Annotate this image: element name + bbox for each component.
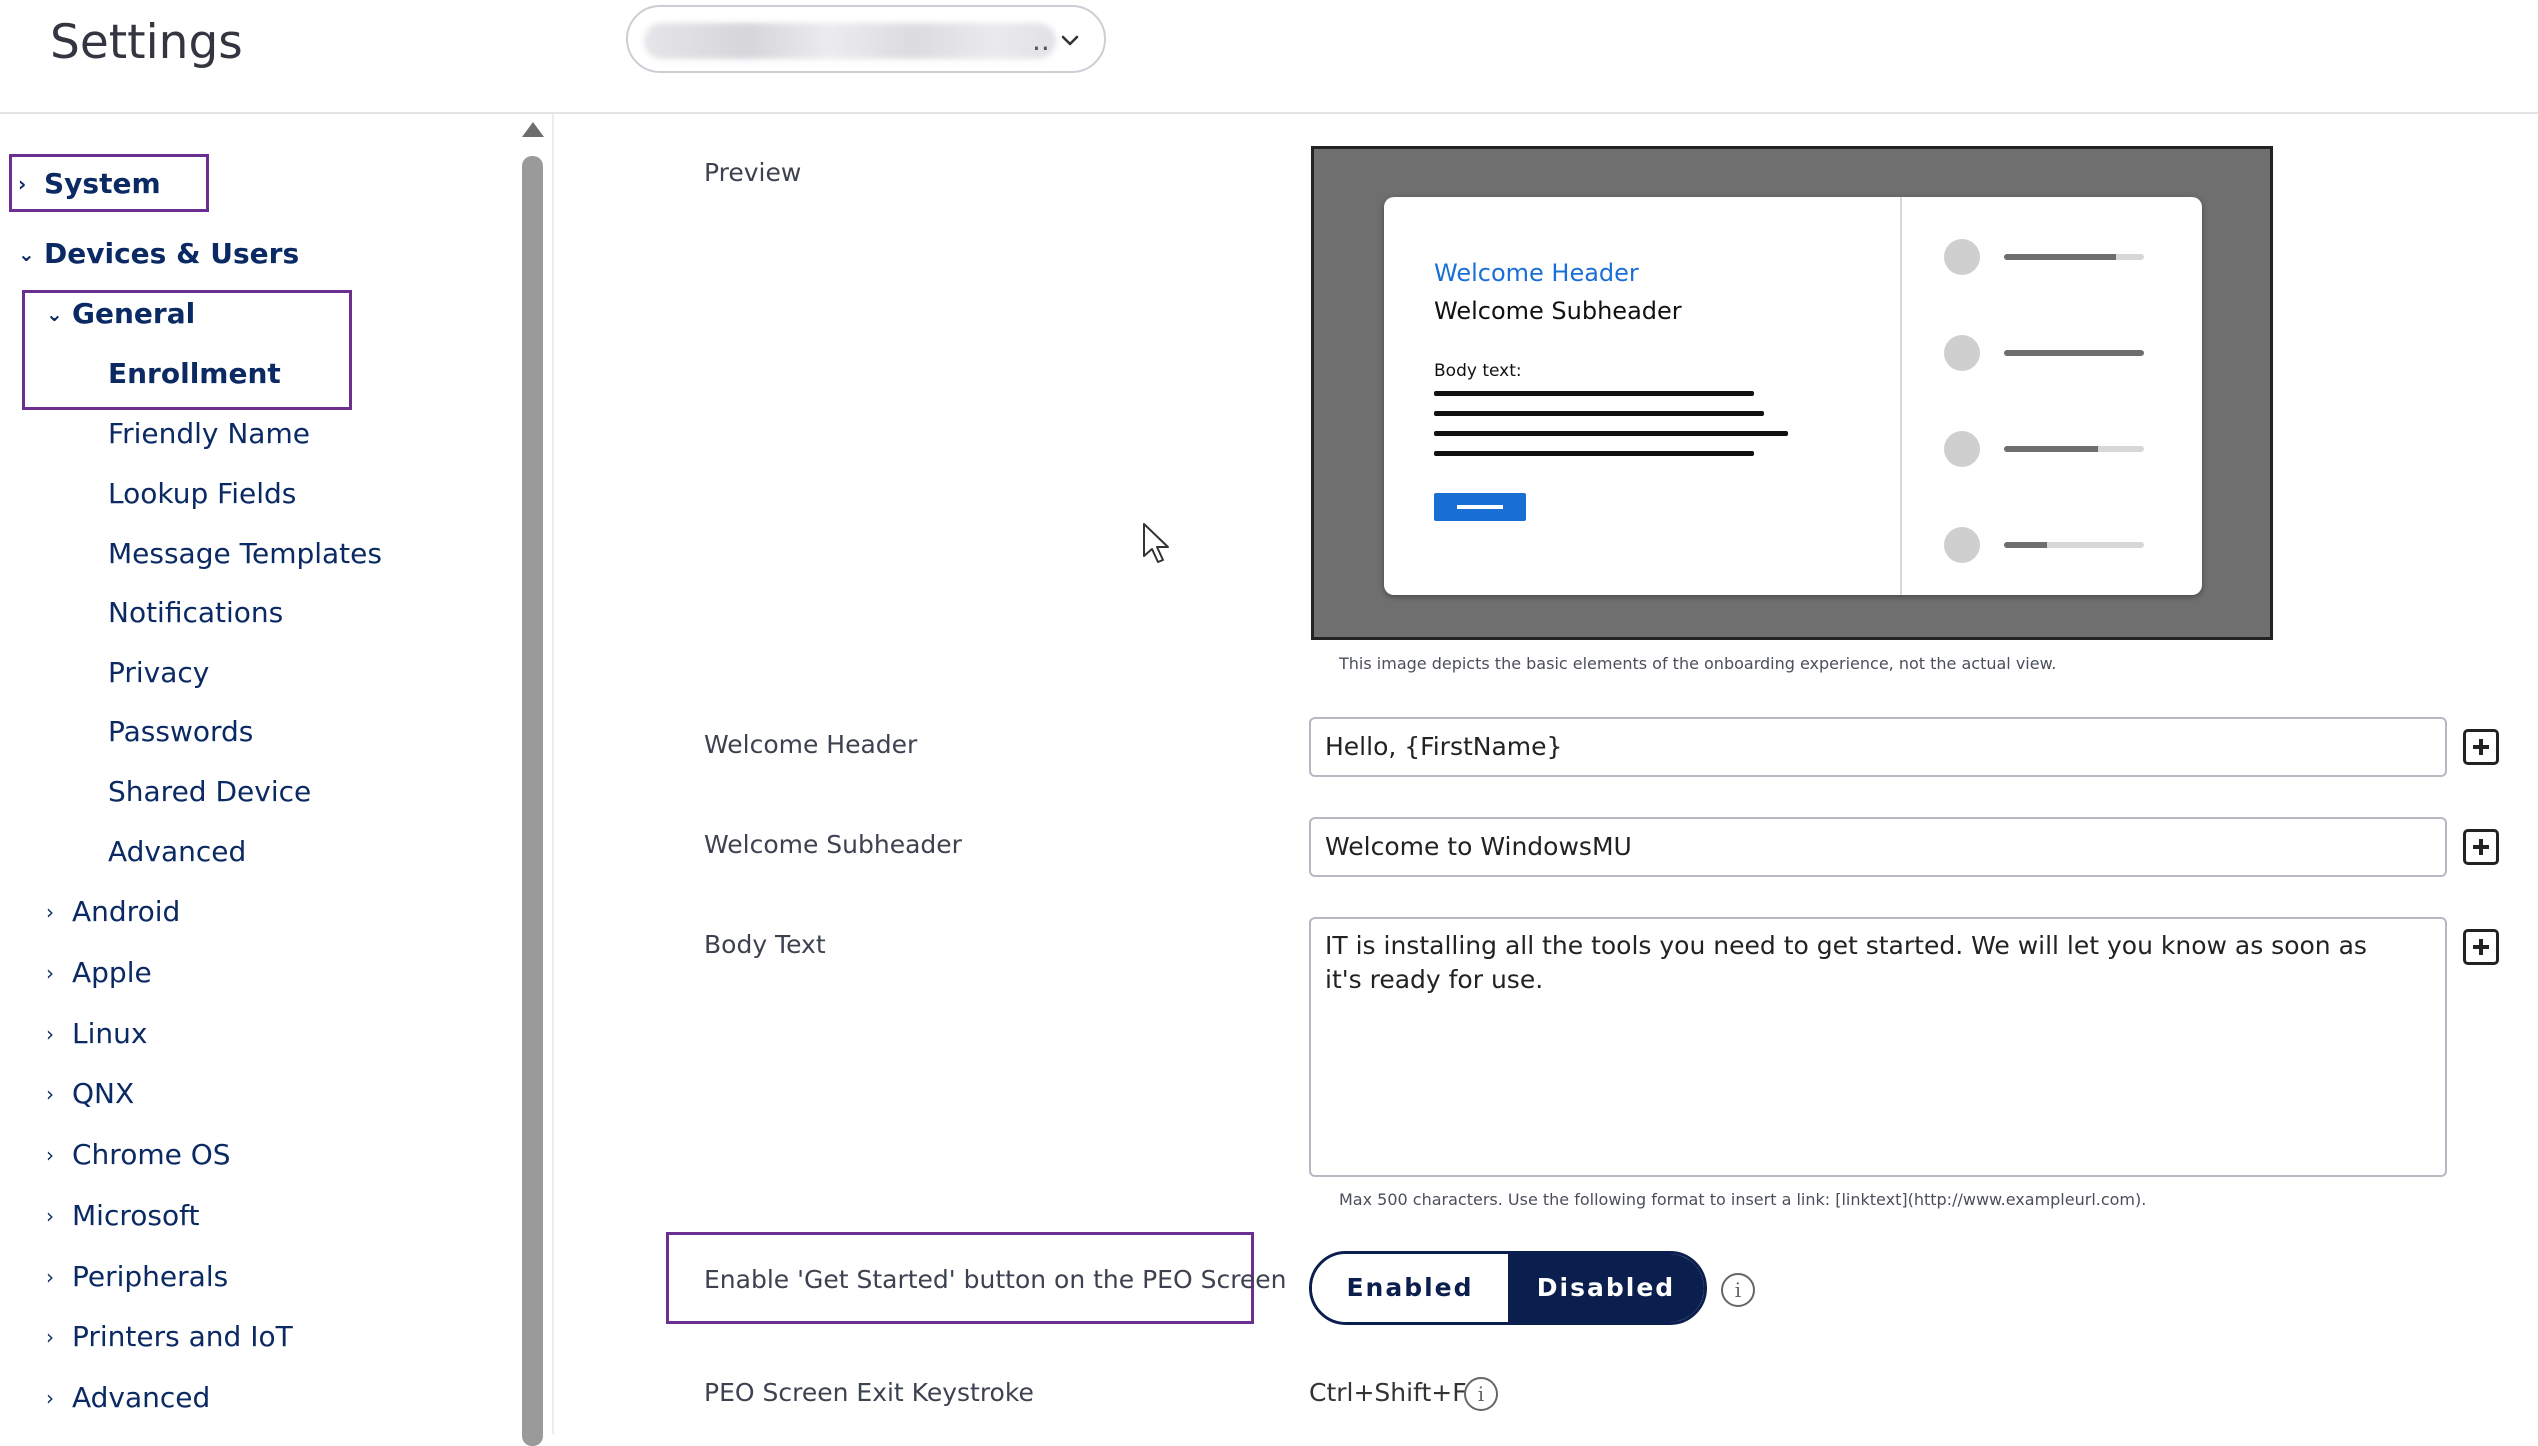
sidebar-item-notifications[interactable]: Notifications bbox=[108, 593, 283, 633]
organization-select-ellipsis: .. bbox=[1032, 24, 1050, 57]
preview-text-line bbox=[1434, 391, 1754, 396]
chevron-right-icon: › bbox=[46, 900, 54, 924]
body-text-label: Body Text bbox=[704, 930, 826, 959]
sidebar-item-qnx[interactable]: › QNX bbox=[46, 1074, 134, 1114]
chevron-down-icon: ⌄ bbox=[18, 242, 35, 266]
body-text-textarea[interactable]: IT is installing all the tools you need … bbox=[1309, 917, 2447, 1177]
sidebar-item-linux[interactable]: › Linux bbox=[46, 1014, 147, 1054]
preview-step-dot bbox=[1944, 431, 1980, 467]
preview-step-dot bbox=[1944, 335, 1980, 371]
chevron-right-icon: › bbox=[46, 1022, 54, 1046]
insert-placeholder-plus-icon[interactable] bbox=[2463, 729, 2499, 765]
chevron-right-icon: › bbox=[46, 1325, 54, 1349]
chevron-down-icon bbox=[1061, 35, 1079, 46]
sidebar-item-label: General bbox=[72, 297, 196, 330]
onboarding-preview-image: Welcome Header Welcome Subheader Body te… bbox=[1311, 146, 2273, 640]
preview-text-line bbox=[1434, 411, 1764, 416]
sidebar-item-label: Apple bbox=[72, 956, 152, 989]
sidebar-item-chrome-os[interactable]: › Chrome OS bbox=[46, 1135, 231, 1175]
sidebar-item-label: Advanced bbox=[72, 1381, 211, 1414]
preview-progress-fill bbox=[2004, 446, 2098, 452]
sidebar-item-message-templates[interactable]: Message Templates bbox=[108, 534, 382, 574]
scroll-up-arrow[interactable] bbox=[522, 122, 544, 137]
preview-step-dot bbox=[1944, 527, 1980, 563]
preview-card-divider bbox=[1900, 197, 1902, 595]
toggle-enabled-option[interactable]: Enabled bbox=[1312, 1254, 1508, 1322]
settings-sidebar: › System ⌄ Devices & Users ⌄ General Enroll… bbox=[0, 114, 552, 1446]
preview-progress-bar bbox=[2004, 446, 2144, 452]
get-started-toggle[interactable]: Enabled Disabled bbox=[1309, 1251, 1707, 1325]
sidebar-item-advanced[interactable]: › Advanced bbox=[46, 1378, 210, 1418]
get-started-label: Enable 'Get Started' button on the PEO S… bbox=[704, 1265, 1287, 1294]
chevron-right-icon: › bbox=[46, 1204, 54, 1228]
exit-keystroke-label: PEO Screen Exit Keystroke bbox=[704, 1378, 1034, 1407]
preview-text-line bbox=[1434, 431, 1788, 436]
welcome-header-label: Welcome Header bbox=[704, 730, 918, 759]
sidebar-item-android[interactable]: › Android bbox=[46, 892, 180, 932]
welcome-header-input[interactable]: Hello, {FirstName} bbox=[1309, 717, 2447, 777]
page-header: Settings .. bbox=[0, 0, 2538, 114]
chevron-right-icon: › bbox=[46, 961, 54, 985]
sidebar-item-microsoft[interactable]: › Microsoft bbox=[46, 1196, 199, 1236]
chevron-right-icon: › bbox=[46, 1082, 54, 1106]
sidebar-scrollbar-thumb[interactable] bbox=[522, 156, 543, 1446]
welcome-subheader-input[interactable]: Welcome to WindowsMU bbox=[1309, 817, 2447, 877]
sidebar-item-shared-device[interactable]: Shared Device bbox=[108, 772, 311, 812]
sidebar-item-label: Android bbox=[72, 895, 181, 928]
preview-label: Preview bbox=[704, 158, 802, 187]
sidebar-item-peripherals[interactable]: › Peripherals bbox=[46, 1257, 228, 1297]
sidebar-item-apple[interactable]: › Apple bbox=[46, 953, 152, 993]
sidebar-item-label: QNX bbox=[72, 1077, 135, 1110]
preview-progress-bar bbox=[2004, 542, 2144, 548]
preview-button bbox=[1434, 493, 1526, 521]
preview-text-line bbox=[1434, 451, 1754, 456]
info-icon[interactable]: i bbox=[1721, 1273, 1755, 1307]
preview-progress-fill bbox=[2004, 542, 2048, 548]
sidebar-item-printers-iot[interactable]: › Printers and IoT bbox=[46, 1317, 293, 1357]
preview-progress-fill bbox=[2004, 254, 2116, 260]
chevron-right-icon: › bbox=[46, 1265, 54, 1289]
preview-step-dot bbox=[1944, 239, 1980, 275]
sidebar-item-label: Microsoft bbox=[72, 1199, 200, 1232]
body-text-hint: Max 500 characters. Use the following fo… bbox=[1339, 1190, 2147, 1209]
preview-caption: This image depicts the basic elements of… bbox=[1339, 654, 2057, 673]
preview-progress-bar bbox=[2004, 350, 2144, 356]
organization-select[interactable]: .. bbox=[626, 5, 1106, 73]
sidebar-divider bbox=[552, 114, 554, 1434]
sidebar-item-passwords[interactable]: Passwords bbox=[108, 712, 253, 752]
preview-card: Welcome Header Welcome Subheader Body te… bbox=[1384, 197, 2202, 595]
sidebar-item-label: Peripherals bbox=[72, 1260, 229, 1293]
welcome-subheader-label: Welcome Subheader bbox=[704, 830, 962, 859]
page-title: Settings bbox=[50, 15, 243, 70]
preview-body-text-label: Body text: bbox=[1434, 361, 1522, 381]
organization-select-value-blurred bbox=[644, 23, 1056, 59]
sidebar-item-enrollment[interactable]: Enrollment bbox=[108, 354, 281, 394]
preview-progress-bar bbox=[2004, 254, 2144, 260]
sidebar-item-system[interactable]: › System bbox=[18, 164, 161, 204]
mouse-cursor-icon bbox=[1143, 523, 1169, 563]
sidebar-item-label: System bbox=[44, 167, 161, 200]
preview-welcome-header: Welcome Header bbox=[1434, 259, 1639, 287]
sidebar-item-privacy[interactable]: Privacy bbox=[108, 653, 209, 693]
info-icon[interactable]: i bbox=[1464, 1377, 1498, 1411]
sidebar-item-general-advanced[interactable]: Advanced bbox=[108, 832, 246, 872]
chevron-right-icon: › bbox=[18, 172, 27, 196]
exit-keystroke-value: Ctrl+Shift+F bbox=[1309, 1378, 1467, 1407]
sidebar-item-label: Chrome OS bbox=[72, 1138, 231, 1171]
sidebar-item-general[interactable]: ⌄ General bbox=[46, 294, 195, 334]
sidebar-item-lookup-fields[interactable]: Lookup Fields bbox=[108, 474, 296, 514]
insert-placeholder-plus-icon[interactable] bbox=[2463, 829, 2499, 865]
chevron-down-icon: ⌄ bbox=[46, 302, 63, 326]
sidebar-item-devices-users[interactable]: ⌄ Devices & Users bbox=[18, 234, 299, 274]
preview-welcome-subheader: Welcome Subheader bbox=[1434, 297, 1682, 325]
sidebar-item-label: Linux bbox=[72, 1017, 148, 1050]
toggle-disabled-option[interactable]: Disabled bbox=[1508, 1254, 1704, 1322]
sidebar-item-friendly-name[interactable]: Friendly Name bbox=[108, 414, 310, 454]
insert-placeholder-plus-icon[interactable] bbox=[2463, 929, 2499, 965]
chevron-right-icon: › bbox=[46, 1143, 54, 1167]
preview-progress-fill bbox=[2004, 350, 2144, 356]
sidebar-item-label: Devices & Users bbox=[44, 237, 300, 270]
sidebar-item-label: Printers and IoT bbox=[72, 1320, 293, 1353]
chevron-right-icon: › bbox=[46, 1386, 54, 1410]
